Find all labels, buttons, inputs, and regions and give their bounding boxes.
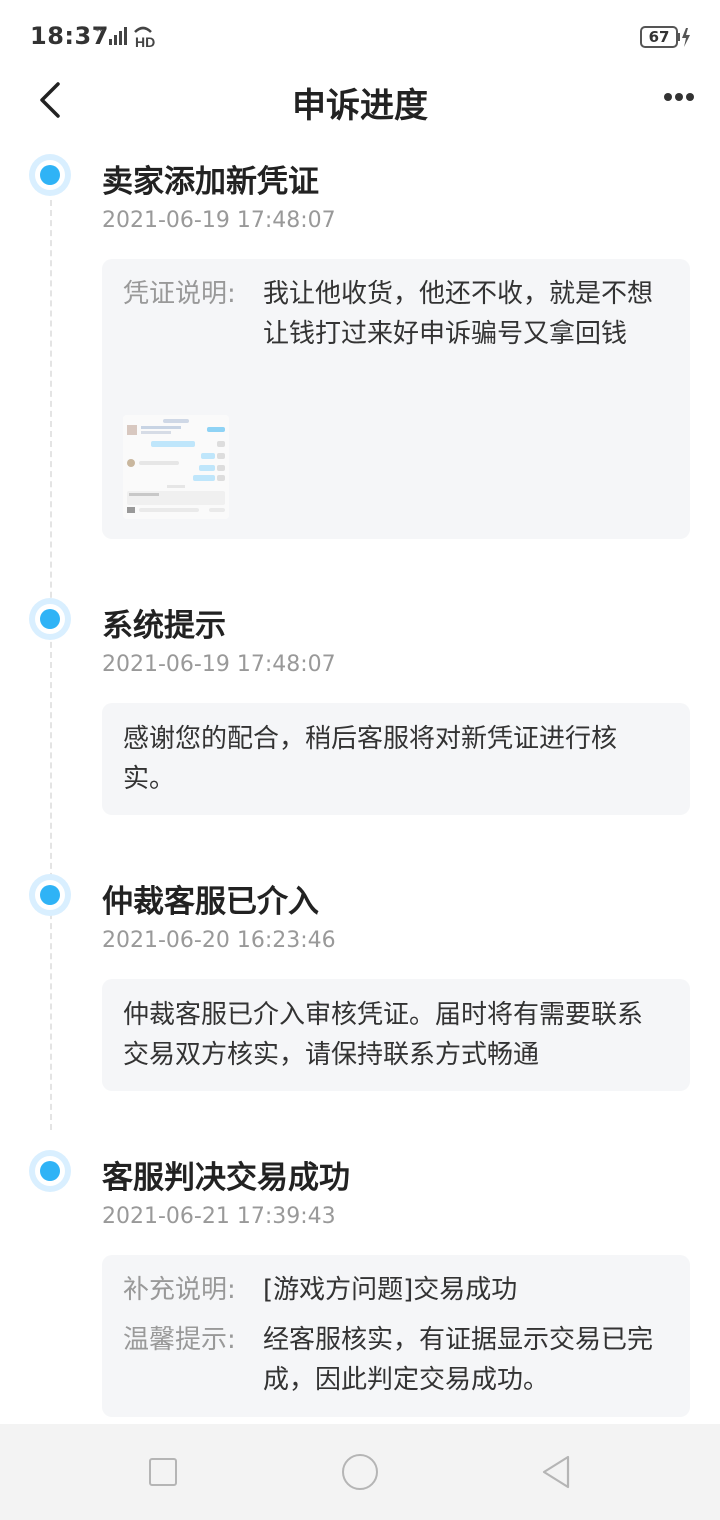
row-label: 温馨提示: [123,1325,236,1355]
row-value: 我让他收货，他还不收，就是不想让钱打过来好申诉骗号又拿回钱 [263,279,654,349]
timeline-time: 2021-06-21 17:39:43 [102,1204,336,1229]
timeline-card: 凭证说明: 我让他收货，他还不收，就是不想让钱打过来好申诉骗号又拿回钱 [102,259,690,539]
timeline-title: 系统提示 [102,608,226,644]
chat-screenshot-thumbnail[interactable] [123,415,229,519]
more-button[interactable] [656,86,702,108]
timeline-dot-icon [29,154,71,196]
signal-4g-hd-icon: ⁴ᴳ HD [95,26,155,50]
svg-text:HD: HD [135,34,155,50]
battery-level: 67 [648,28,670,46]
more-horizontal-icon [664,93,694,101]
timeline-connector [50,200,52,1130]
row-value: 经客服核实，有证据显示交易已完成，因此判定交易成功。 [263,1325,654,1395]
status-bar: 18:37 ⁴ᴳ HD 67 [0,0,720,70]
nav-bar: 申诉进度 [0,70,720,130]
row-label: 补充说明: [123,1275,236,1305]
timeline-time: 2021-06-20 16:23:46 [102,928,336,953]
timeline-dot-icon [29,598,71,640]
timeline-title: 客服判决交易成功 [102,1160,350,1196]
timeline-dot-icon [29,1150,71,1192]
row-label: 凭证说明: [123,279,236,309]
row-value: [游戏方问题]交易成功 [263,1275,518,1305]
timeline-title: 卖家添加新凭证 [102,164,319,200]
timeline-time: 2021-06-19 17:48:07 [102,652,336,677]
svg-text:⁴ᴳ: ⁴ᴳ [95,26,104,37]
back-triangle-icon[interactable] [540,1454,572,1490]
timeline-card: 感谢您的配合，稍后客服将对新凭证进行核实。 [102,703,690,815]
recent-apps-square-icon[interactable] [149,1458,177,1486]
card-text: 仲裁客服已介入审核凭证。届时将有需要联系交易双方核实，请保持联系方式畅通 [123,1000,644,1070]
home-circle-icon[interactable] [342,1454,378,1490]
battery-icon: 67 [640,25,692,49]
page-title: 申诉进度 [292,86,428,126]
timeline-dot-icon [29,874,71,916]
card-text: 感谢您的配合，稍后客服将对新凭证进行核实。 [123,724,618,794]
timeline-card: 仲裁客服已介入审核凭证。届时将有需要联系交易双方核实，请保持联系方式畅通 [102,979,690,1091]
timeline-title: 仲裁客服已介入 [102,884,319,920]
system-nav-bar [0,1424,720,1520]
timeline-time: 2021-06-19 17:48:07 [102,208,336,233]
timeline-card: 补充说明: [游戏方问题]交易成功 温馨提示: 经客服核实，有证据显示交易已完成… [102,1255,690,1417]
